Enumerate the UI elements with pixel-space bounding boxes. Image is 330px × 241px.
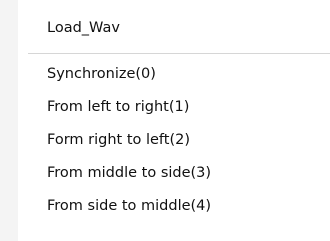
menu-separator xyxy=(28,53,330,54)
menu-item-side-to-middle[interactable]: From side to middle(4) xyxy=(47,196,211,216)
menu-item-synchronize[interactable]: Synchronize(0) xyxy=(47,64,156,84)
menu-item-right-to-left[interactable]: Form right to left(2) xyxy=(47,130,190,150)
menu-item-middle-to-side[interactable]: From middle to side(3) xyxy=(47,163,211,183)
context-menu: Load_Wav Synchronize(0) From left to rig… xyxy=(18,0,330,241)
menu-item-left-to-right[interactable]: From left to right(1) xyxy=(47,97,189,117)
menu-left-gutter xyxy=(0,0,18,241)
menu-item-load-wav[interactable]: Load_Wav xyxy=(47,18,120,38)
